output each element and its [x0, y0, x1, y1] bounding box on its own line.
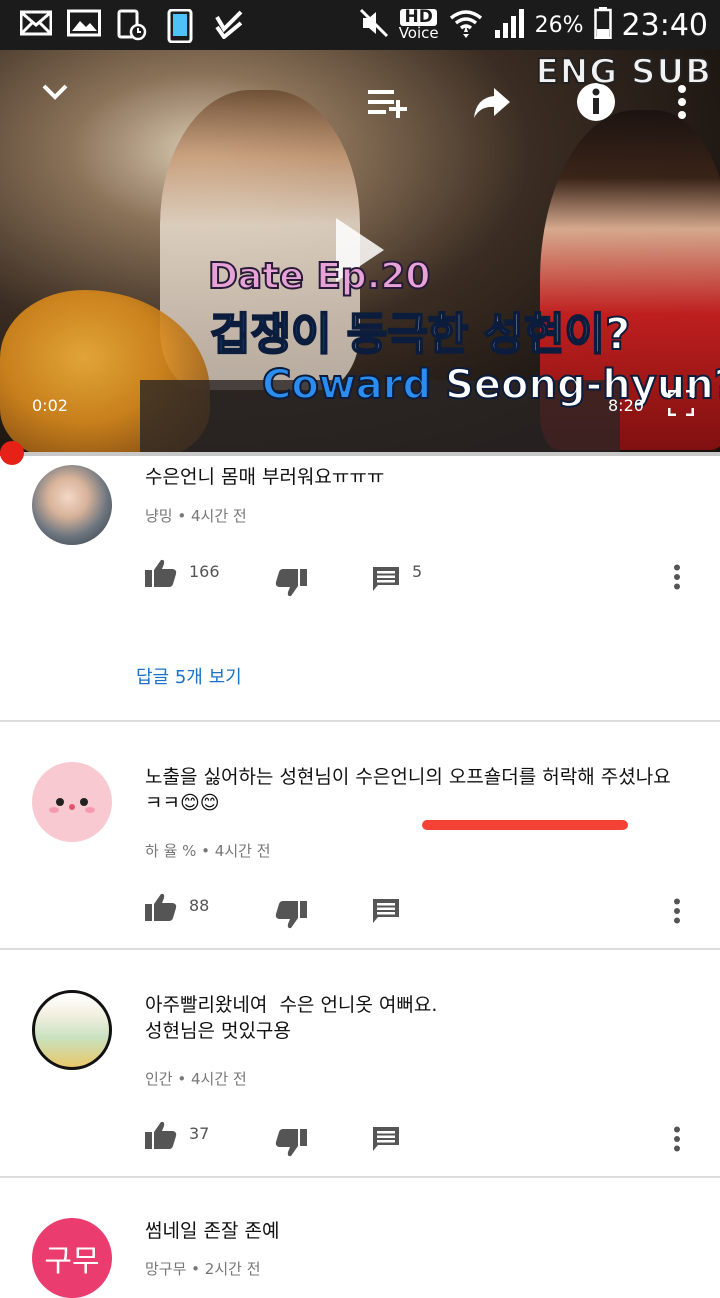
- avatar[interactable]: 구무: [32, 1218, 112, 1298]
- thumbs-down-icon[interactable]: [275, 1128, 307, 1162]
- comments-list: 수은언니 몸매 부러워요ㅠㅠㅠ 냥밍 • 4시간 전 166 5 답글 5개 보…: [0, 456, 720, 1298]
- comment-item: 구무 썸네일 존잘 존예 망구무 • 2시간 전: [0, 1178, 720, 1298]
- comment-time: 2시간 전: [204, 1260, 261, 1278]
- status-bar: HD Voice 26% 23:40: [0, 0, 720, 50]
- comment-text-line: 아주빨리왔네여 수은 언니옷 여뻐요.: [145, 994, 438, 1016]
- phone-icon: [167, 8, 193, 47]
- reply-count: 5: [412, 562, 423, 581]
- mute-icon: [359, 8, 389, 42]
- thumbs-down-icon[interactable]: [275, 900, 307, 934]
- video-player[interactable]: ENG SUB Date Ep.20 겁쟁이 등극한 성현이? Coward S…: [0, 50, 720, 454]
- mail-icon: [19, 9, 53, 41]
- comment-text: 썸네일 존잘 존예: [145, 1220, 280, 1242]
- comment-author[interactable]: 망구무: [145, 1260, 186, 1278]
- comment-text: 수은언니 몸매 부러워요ㅠㅠㅠ: [145, 466, 385, 488]
- comment-author[interactable]: 하 율 %: [145, 842, 196, 860]
- like-count: 166: [189, 562, 220, 581]
- avatar[interactable]: [32, 990, 112, 1070]
- thumbs-up-icon[interactable]: [145, 1120, 177, 1154]
- thumbs-up-icon[interactable]: [145, 558, 177, 592]
- reply-icon[interactable]: [372, 1126, 400, 1156]
- add-to-playlist-icon[interactable]: [366, 86, 408, 124]
- signal-icon: [493, 8, 525, 42]
- thumbnail-title-english-a: Coward: [261, 361, 432, 409]
- gallery-icon: [67, 9, 101, 41]
- duration: 8:20: [608, 396, 644, 415]
- comment-time: 4시간 전: [191, 507, 247, 525]
- eng-sub-caption: ENG SUB: [535, 51, 712, 93]
- thumbnail-title-korean-a: 겁쟁이: [209, 308, 332, 361]
- comment-item: 수은언니 몸매 부러워요ㅠㅠㅠ 냥밍 • 4시간 전 166 5 답글 5개 보…: [0, 456, 720, 722]
- comment-meta: 하 율 % • 4시간 전: [145, 842, 271, 860]
- wifi-icon: [449, 8, 483, 42]
- comment-time: 4시간 전: [191, 1070, 247, 1088]
- battery-icon: [593, 7, 612, 43]
- reply-icon[interactable]: [372, 566, 400, 596]
- comment-text-line: 노출을 싫어하는 성현님이 수은언니의 오프숄더를 허락해 주셨나요: [145, 766, 671, 788]
- fullscreen-icon[interactable]: [667, 389, 695, 417]
- comment-meta: 냥밍 • 4시간 전: [145, 507, 247, 525]
- comment-more-icon[interactable]: [673, 1126, 681, 1156]
- like-count: 88: [189, 896, 210, 915]
- share-icon[interactable]: [472, 86, 512, 124]
- comment-more-icon[interactable]: [673, 564, 681, 594]
- view-replies-link[interactable]: 답글 5개 보기: [136, 663, 242, 689]
- battery-percent: 26%: [534, 12, 584, 38]
- clock-phone-icon: [117, 9, 147, 45]
- comment-more-icon[interactable]: [673, 898, 681, 928]
- like-count: 37: [189, 1124, 210, 1143]
- highlight-underline: [422, 820, 628, 830]
- comment-item: 노출을 싫어하는 성현님이 수은언니의 오프숄더를 허락해 주셨나요 ㅋㅋ😊😊 …: [0, 722, 720, 950]
- thumbnail-title-korean-b: 등극한 성현이?: [346, 308, 632, 361]
- voice-label: Voice: [398, 24, 439, 42]
- current-time: 0:02: [32, 396, 68, 415]
- comment-text: 노출을 싫어하는 성현님이 수은언니의 오프숄더를 허락해 주셨나요 ㅋㅋ😊😊: [145, 764, 685, 816]
- comment-author[interactable]: 인간: [145, 1070, 173, 1088]
- reply-icon[interactable]: [372, 898, 400, 928]
- thumbs-down-icon[interactable]: [275, 568, 307, 602]
- comment-author[interactable]: 냥밍: [145, 507, 173, 525]
- comment-text-line: 성현님은 멋있구용: [145, 1020, 291, 1042]
- avatar[interactable]: [32, 762, 112, 842]
- clock-time: 23:40: [621, 7, 708, 43]
- avatar-text: 구무: [44, 1244, 100, 1279]
- thumbs-up-icon[interactable]: [145, 892, 177, 926]
- thumbnail-title-episode: Date Ep.20: [207, 255, 431, 298]
- hd-voice-icon: HD Voice: [399, 9, 439, 41]
- comment-text: 아주빨리왔네여 수은 언니옷 여뻐요. 성현님은 멋있구용: [145, 992, 685, 1044]
- thumbnail-title-korean: 겁쟁이 등극한 성현이?: [209, 298, 632, 362]
- thumbnail-title-english: Coward Seong-hyun?: [261, 361, 720, 409]
- comment-item: 아주빨리왔네여 수은 언니옷 여뻐요. 성현님은 멋있구용 인간 • 4시간 전…: [0, 950, 720, 1178]
- comment-meta: 망구무 • 2시간 전: [145, 1260, 261, 1278]
- avatar[interactable]: [32, 465, 112, 545]
- check-icon: [214, 9, 244, 43]
- comment-text-line: ㅋㅋ😊😊: [145, 792, 220, 814]
- comment-time: 4시간 전: [214, 842, 271, 860]
- collapse-chevron-icon[interactable]: [40, 76, 70, 110]
- comment-meta: 인간 • 4시간 전: [145, 1070, 247, 1088]
